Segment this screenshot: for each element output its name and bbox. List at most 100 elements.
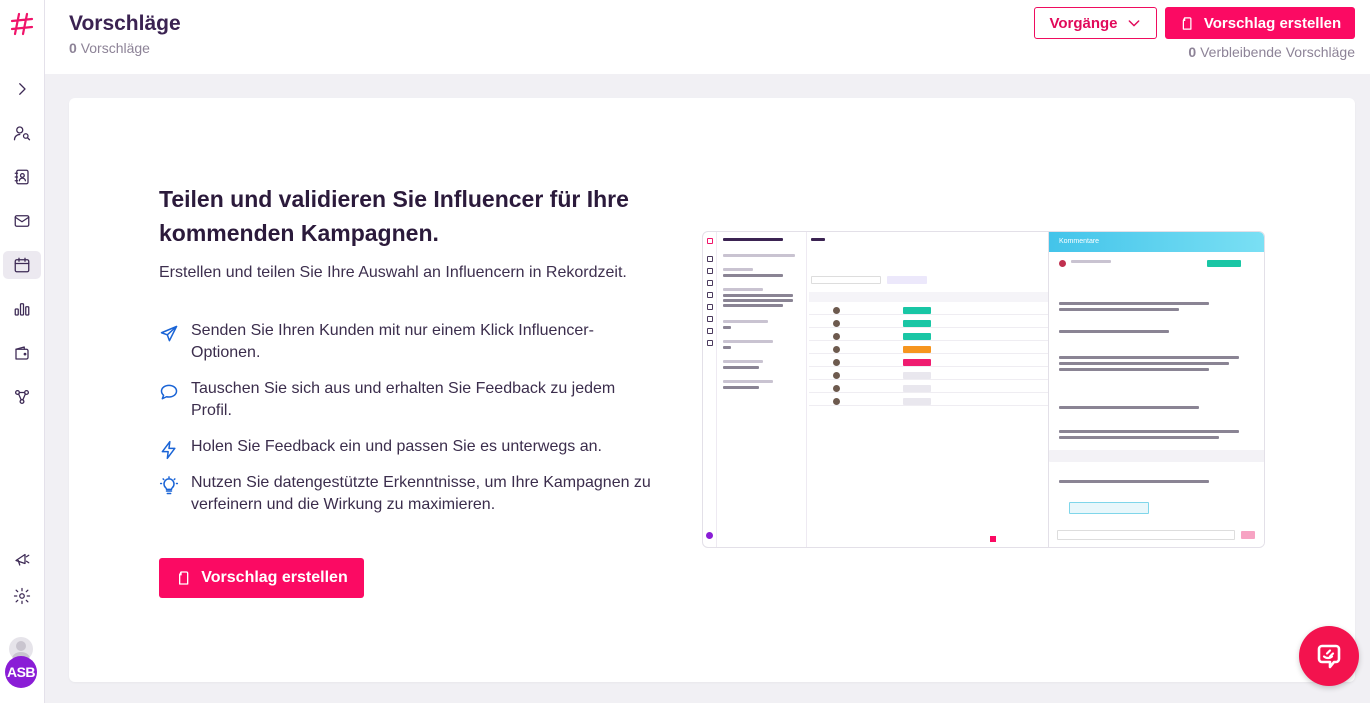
settings-icon[interactable] [0,582,44,610]
preview-search [811,276,881,284]
preview-row-line [809,340,1049,341]
preview-status-chip [903,359,931,366]
lightbulb-icon [159,476,181,498]
preview-text-line [1059,356,1239,359]
preview-row-line [809,327,1049,328]
sidebar: ASB [0,0,45,703]
preview-text-line [1059,406,1199,409]
preview-row-line [809,366,1049,367]
preview-row-line [809,405,1049,406]
preview-avatar [833,359,840,366]
wallet-icon[interactable] [0,339,44,367]
feature-text: Senden Sie Ihren Kunden mit nur einem Kl… [191,322,594,361]
help-chat-button[interactable] [1299,626,1359,686]
calendar-icon[interactable] [0,251,44,279]
preview-text-line [1059,368,1209,371]
mail-icon[interactable] [0,207,44,235]
preview-comments-header: Kommentare [1049,232,1264,252]
product-preview-image: Kommentare [702,231,1265,548]
preview-text-line [1059,330,1169,333]
preview-status-chip [1207,260,1241,267]
preview-text-line [1059,302,1209,305]
feature-text: Holen Sie Feedback ein und passen Sie es… [191,438,602,455]
create-proposal-hero-label: Vorschlag erstellen [201,569,348,586]
feature-item: Senden Sie Ihren Kunden mit nur einem Kl… [159,320,659,364]
chat-icon [159,382,181,404]
preview-nav-dot [707,280,713,286]
preview-avatar [833,398,840,405]
feature-item: Holen Sie Feedback ein und passen Sie es… [159,436,659,462]
expand-icon[interactable] [0,75,44,103]
preview-avatar [833,320,840,327]
create-proposal-hero-button[interactable]: Vorschlag erstellen [159,558,364,598]
preview-text-line [1059,436,1219,439]
preview-text-line [723,386,759,389]
preview-status-chip [903,385,931,392]
chat-bubble-icon [1317,644,1341,669]
page-header: Vorschläge 0 Vorschläge Vorgänge Vorschl… [45,0,1370,74]
remaining-label: Verbleibende Vorschläge [1200,44,1355,60]
preview-filter [887,276,927,284]
preview-divider [1049,450,1264,462]
preview-logo [707,238,713,244]
preview-row-line [809,379,1049,380]
preview-text-line [1059,480,1209,483]
preview-text-line [811,238,825,241]
preview-text-line [1071,260,1111,263]
preview-nav-dot [707,340,713,346]
remaining-proposals: 0 Verbleibende Vorschläge [1188,44,1355,60]
create-proposal-button[interactable]: Vorschlag erstellen [1165,7,1355,39]
preview-row-line [809,392,1049,393]
preview-avatar [1059,260,1066,267]
preview-status-chip [903,333,931,340]
empty-state-card: Teilen und validieren Sie Influencer für… [69,98,1355,682]
analytics-icon[interactable] [0,295,44,323]
preview-status-chip [903,320,931,327]
workflow-icon[interactable] [0,383,44,411]
proposal-count-label: Vorschläge [80,40,150,56]
chevron-down-icon [1128,20,1139,27]
hashtag-logo[interactable] [8,10,36,38]
processes-dropdown-button[interactable]: Vorgänge [1034,7,1157,39]
preview-avatar [833,346,840,353]
preview-text-line [723,299,793,302]
preview-text-line [723,304,783,307]
avatar[interactable]: ASB [5,656,37,688]
preview-nav-dot [707,292,713,298]
preview-row-line [809,353,1049,354]
announcements-icon[interactable] [0,545,44,573]
preview-text-line [723,346,731,349]
preview-table-header [809,292,1049,302]
preview-nav-dot [707,328,713,334]
preview-text-line [723,326,731,329]
contacts-icon[interactable] [0,163,44,191]
preview-accepted-chip [1069,502,1149,514]
influencer-search-icon[interactable] [0,119,44,147]
preview-avatar [706,532,713,539]
preview-pagination [990,536,996,542]
preview-text-line [723,380,773,383]
feature-item: Nutzen Sie datengestützte Erkenntnisse, … [159,472,659,516]
lightning-icon [159,440,181,462]
preview-sidebar [703,232,717,547]
preview-text-line [1059,362,1229,365]
preview-text-line [723,274,783,277]
preview-text-line [723,288,763,291]
preview-status-chip [903,398,931,405]
preview-text-line [723,360,763,363]
preview-status-chip [903,307,931,314]
remaining-count: 0 [1188,44,1197,60]
document-icon [179,571,189,585]
preview-comment-input [1057,530,1235,540]
feature-item: Tauschen Sie sich aus und erhalten Sie F… [159,378,659,422]
preview-text-line [723,366,759,369]
preview-status-chip [903,372,931,379]
preview-text-line [1059,308,1179,311]
create-proposal-label: Vorschlag erstellen [1203,14,1342,32]
preview-nav-dot [707,304,713,310]
preview-nav-dot [707,256,713,262]
preview-text-line [723,340,773,343]
preview-nav-dot [707,268,713,274]
preview-text-line [1059,430,1239,433]
preview-nav-dot [707,316,713,322]
